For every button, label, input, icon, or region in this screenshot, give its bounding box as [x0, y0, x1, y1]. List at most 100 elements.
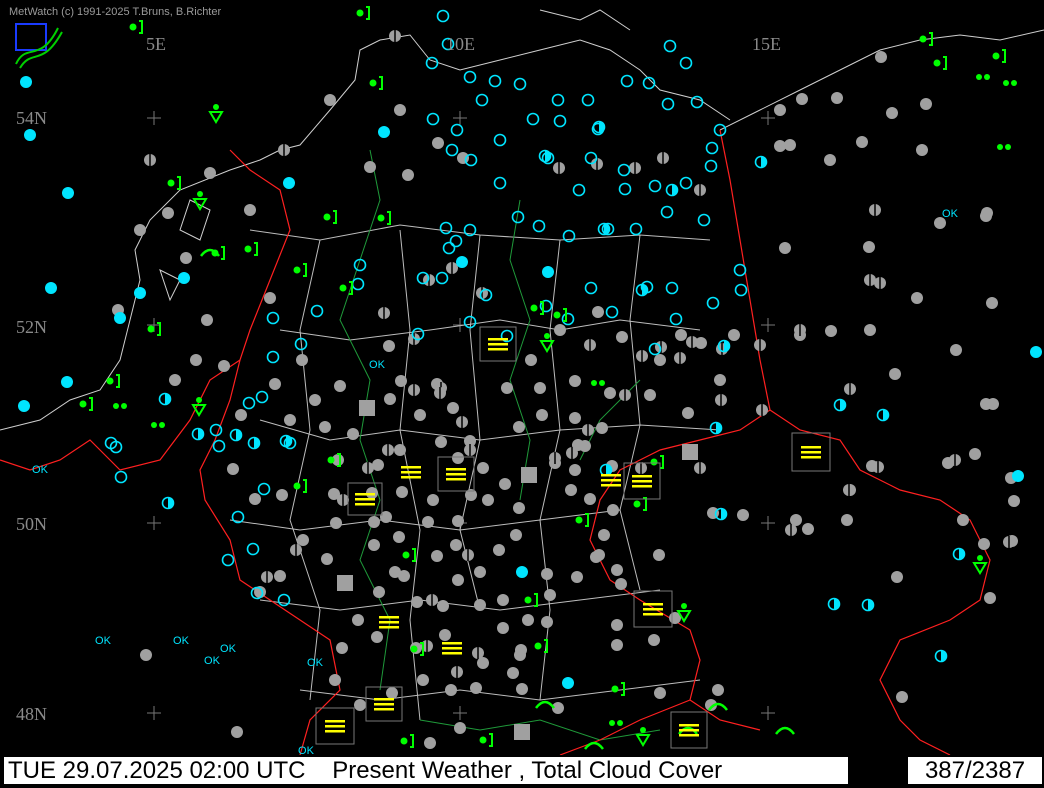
station-cyan[interactable]	[426, 112, 440, 126]
station-gray[interactable]	[682, 407, 694, 419]
station-gray[interactable]	[796, 93, 808, 105]
station-ok[interactable]: OK	[942, 208, 959, 220]
station-gray[interactable]	[435, 436, 447, 448]
station-cyan[interactable]	[669, 312, 683, 326]
station-grayhalf[interactable]	[382, 444, 394, 456]
station-gray[interactable]	[276, 489, 288, 501]
station-cyan[interactable]	[246, 542, 260, 556]
station-rain[interactable]	[167, 176, 181, 190]
station-cyan[interactable]	[445, 143, 459, 157]
station-grayhalf[interactable]	[872, 461, 884, 473]
station-gray[interactable]	[445, 684, 457, 696]
station-grayhalf[interactable]	[756, 404, 768, 416]
fog-station[interactable]	[601, 474, 621, 487]
station-gray[interactable]	[190, 354, 202, 366]
station-gray[interactable]	[431, 550, 443, 562]
station-cyan[interactable]	[114, 470, 128, 484]
station-gray[interactable]	[802, 523, 814, 535]
station-cyanhalf[interactable]	[665, 183, 679, 197]
station-gray[interactable]	[373, 586, 385, 598]
station-gray[interactable]	[569, 464, 581, 476]
station-gray[interactable]	[648, 634, 660, 646]
station-gray[interactable]	[309, 394, 321, 406]
station-cyan[interactable]	[551, 93, 565, 107]
station-gray[interactable]	[371, 631, 383, 643]
station-shower[interactable]	[208, 104, 224, 124]
station-gray[interactable]	[334, 380, 346, 392]
station-cyan[interactable]	[584, 151, 598, 165]
station-gray[interactable]	[235, 409, 247, 421]
station-gray-square[interactable]	[514, 724, 530, 740]
station-gray[interactable]	[501, 382, 513, 394]
station-gray[interactable]	[779, 242, 791, 254]
station-gray[interactable]	[227, 463, 239, 475]
station-cyan[interactable]	[435, 271, 449, 285]
station-cyanfull[interactable]	[283, 177, 295, 189]
station-gray[interactable]	[824, 154, 836, 166]
station-gray[interactable]	[244, 204, 256, 216]
station-cyanfull[interactable]	[20, 76, 32, 88]
station-rain[interactable]	[992, 49, 1006, 63]
station-cyanhalf[interactable]	[754, 155, 768, 169]
station-gray[interactable]	[296, 354, 308, 366]
fog-station[interactable]	[379, 616, 399, 629]
station-arc[interactable]	[535, 700, 555, 709]
station-cyanfull[interactable]	[542, 266, 554, 278]
station-gray[interactable]	[162, 207, 174, 219]
station-gray[interactable]	[571, 571, 583, 583]
station-ok[interactable]: OK	[204, 655, 221, 667]
station-shower[interactable]	[539, 333, 555, 353]
station-gray[interactable]	[180, 252, 192, 264]
station-grayhalf[interactable]	[686, 336, 698, 348]
station-cyan[interactable]	[425, 56, 439, 70]
station-ok[interactable]: OK	[298, 745, 315, 755]
station-cyanhalf[interactable]	[158, 392, 172, 406]
station-cyanfull[interactable]	[114, 312, 126, 324]
station-cyan[interactable]	[663, 39, 677, 53]
station-cyan[interactable]	[449, 234, 463, 248]
station-gray[interactable]	[427, 494, 439, 506]
station-grayhalf[interactable]	[549, 452, 561, 464]
station-gray[interactable]	[364, 161, 376, 173]
station-gray[interactable]	[450, 539, 462, 551]
station-grayhalf[interactable]	[362, 462, 374, 474]
station-gray[interactable]	[368, 539, 380, 551]
station-cyan[interactable]	[705, 141, 719, 155]
station-gray[interactable]	[920, 98, 932, 110]
station-ok[interactable]: OK	[173, 635, 190, 647]
station-cyan[interactable]	[221, 553, 235, 567]
station-cyanfull[interactable]	[134, 287, 146, 299]
station-grayhalf[interactable]	[582, 424, 594, 436]
station-gray[interactable]	[536, 409, 548, 421]
station-gray[interactable]	[644, 389, 656, 401]
station-gray[interactable]	[417, 674, 429, 686]
station-gray[interactable]	[284, 414, 296, 426]
station-rain[interactable]	[369, 76, 383, 90]
station-gray[interactable]	[825, 325, 837, 337]
station-gray[interactable]	[249, 493, 261, 505]
station-cyan[interactable]	[561, 312, 575, 326]
station-gray[interactable]	[737, 509, 749, 521]
station-gray[interactable]	[201, 314, 213, 326]
station-gray[interactable]	[231, 726, 243, 738]
station-rain[interactable]	[524, 593, 538, 607]
station-cyan[interactable]	[212, 439, 226, 453]
station-drizzle[interactable]	[997, 144, 1011, 150]
fog-station-box[interactable]	[670, 711, 708, 749]
station-cyanhalf[interactable]	[827, 597, 841, 611]
station-gray[interactable]	[986, 297, 998, 309]
station-cyanhalf[interactable]	[635, 283, 649, 297]
station-gray[interactable]	[1008, 495, 1020, 507]
station-gray[interactable]	[411, 596, 423, 608]
station-gray[interactable]	[950, 344, 962, 356]
station-grayhalf[interactable]	[629, 162, 641, 174]
station-gray[interactable]	[565, 484, 577, 496]
station-cyanhalf[interactable]	[709, 421, 723, 435]
station-cyan[interactable]	[257, 482, 271, 496]
station-grayhalf[interactable]	[843, 484, 855, 496]
fog-station-box[interactable]	[633, 590, 673, 628]
station-cyan[interactable]	[581, 93, 595, 107]
station-gray[interactable]	[474, 566, 486, 578]
station-cyan[interactable]	[463, 70, 477, 84]
station-grayhalf[interactable]	[451, 666, 463, 678]
